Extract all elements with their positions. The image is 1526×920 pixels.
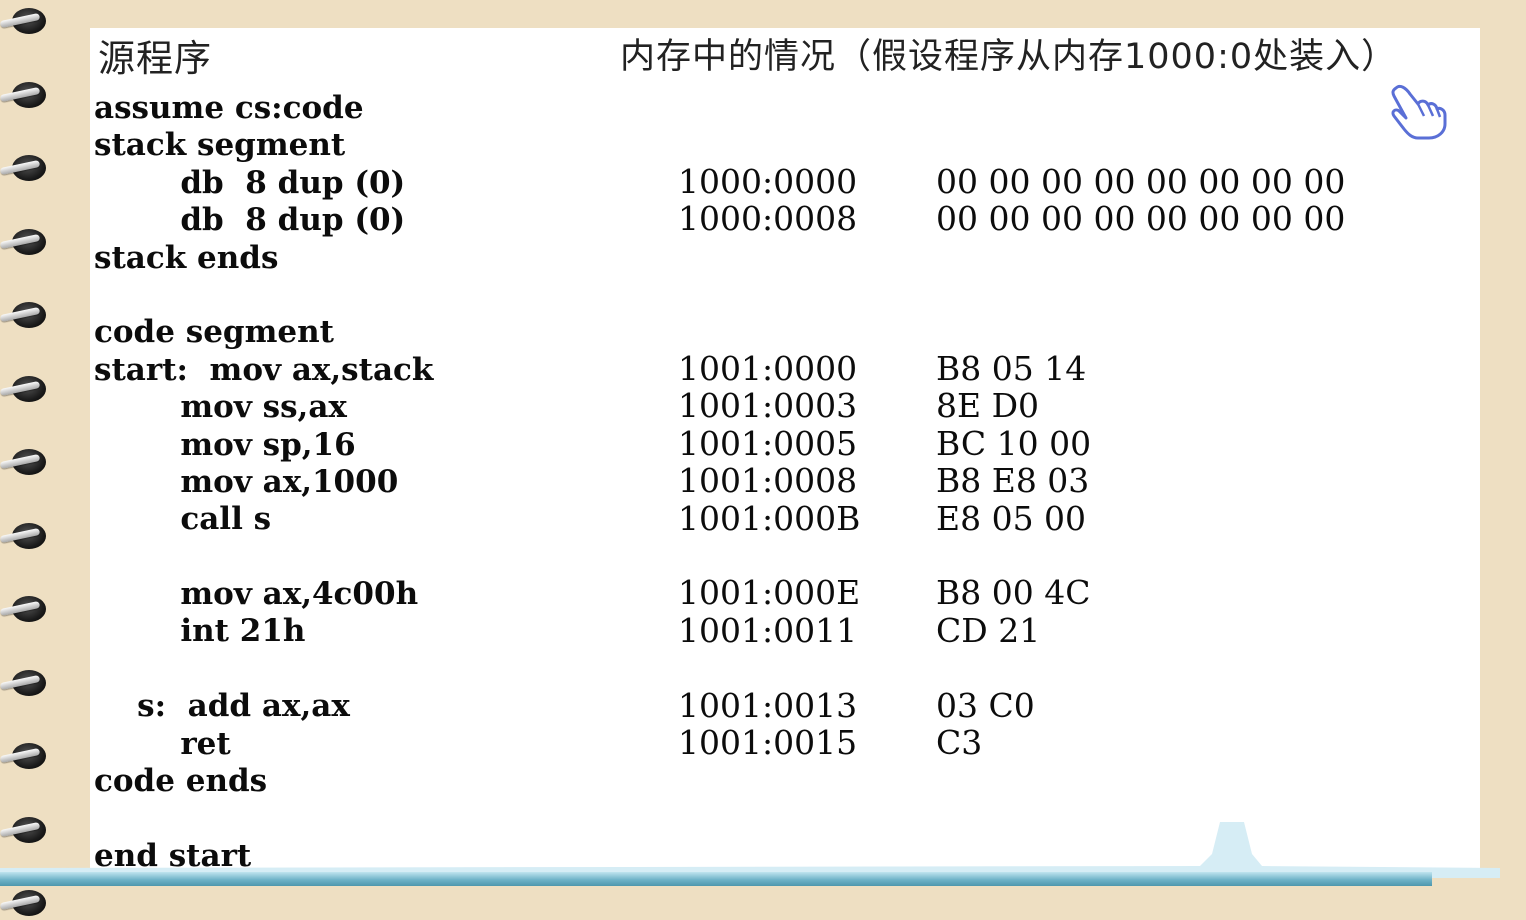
code-line: stack segment xyxy=(94,127,346,164)
decorative-wave xyxy=(0,822,1500,878)
spiral-ring-icon xyxy=(0,372,52,406)
spiral-ring-icon xyxy=(0,666,52,700)
code-line: mov ss,ax xyxy=(94,389,347,426)
spiral-ring-icon xyxy=(0,78,52,112)
code-line: assume cs:code xyxy=(94,90,364,126)
memory-bytes: E8 05 00 xyxy=(936,498,1087,538)
memory-address: 1001:0003 xyxy=(678,386,858,426)
memory-bytes: 03 C0 xyxy=(936,685,1035,725)
memory-bytes: 00 00 00 00 00 00 00 00 xyxy=(936,162,1346,201)
spiral-ring-icon xyxy=(0,445,52,479)
memory-address: 1001:000E xyxy=(678,573,861,613)
code-line: int 21h xyxy=(94,613,306,650)
spiral-ring-icon xyxy=(0,225,52,259)
memory-bytes: BC 10 00 xyxy=(936,423,1092,463)
code-line: s: add ax,ax xyxy=(94,688,350,725)
memory-address: 1001:000B xyxy=(678,498,861,538)
memory-bytes: 8E D0 xyxy=(936,386,1040,426)
memory-address: 1001:0005 xyxy=(678,423,858,463)
memory-bytes: B8 E8 03 xyxy=(936,461,1090,501)
code-line: stack ends xyxy=(94,239,279,276)
memory-bytes: C3 xyxy=(936,723,983,762)
code-line: start: mov ax,stack xyxy=(94,351,434,388)
code-line: code segment xyxy=(94,314,334,351)
memory-layout-heading: 内存中的情况（假设程序从内存1000:0处装入） xyxy=(620,37,1398,77)
binder-rings xyxy=(0,0,60,916)
memory-address: 1001:0013 xyxy=(678,685,858,725)
memory-bytes: 00 00 00 00 00 00 00 00 xyxy=(936,199,1346,239)
spiral-ring-icon xyxy=(0,519,52,553)
memory-address: 1000:0000 xyxy=(678,162,858,201)
memory-address: 1000:0008 xyxy=(678,199,858,239)
code-line: mov sp,16 xyxy=(94,426,356,463)
code-line: db 8 dup (0) xyxy=(94,202,406,239)
memory-bytes: B8 05 14 xyxy=(936,349,1087,388)
spiral-ring-icon xyxy=(0,151,52,185)
memory-address: 1001:0011 xyxy=(678,610,858,650)
spiral-ring-icon xyxy=(0,4,52,38)
spiral-ring-icon xyxy=(0,298,52,332)
spiral-ring-icon xyxy=(0,739,52,773)
memory-address: 1001:0015 xyxy=(678,723,858,762)
spiral-ring-icon xyxy=(0,886,52,920)
memory-address: 1001:0008 xyxy=(678,461,858,501)
code-line: ret xyxy=(94,725,231,762)
source-program-heading: 源程序 xyxy=(98,37,212,80)
code-line: mov ax,1000 xyxy=(94,463,399,500)
bottom-accent-bar xyxy=(0,872,1432,886)
memory-bytes: CD 21 xyxy=(936,610,1041,650)
memory-bytes: B8 00 4C xyxy=(936,573,1091,613)
code-line: code ends xyxy=(94,763,268,800)
source-code-listing: assume cs:code stack segment db 8 dup (0)… xyxy=(94,90,433,875)
memory-address: 1001:0000 xyxy=(678,349,858,388)
code-line: db 8 dup (0) xyxy=(94,164,406,201)
code-line: mov ax,4c00h xyxy=(94,576,419,613)
code-line: call s xyxy=(94,501,272,538)
hand-pointer-icon xyxy=(1391,84,1447,140)
spiral-ring-icon xyxy=(0,592,52,626)
